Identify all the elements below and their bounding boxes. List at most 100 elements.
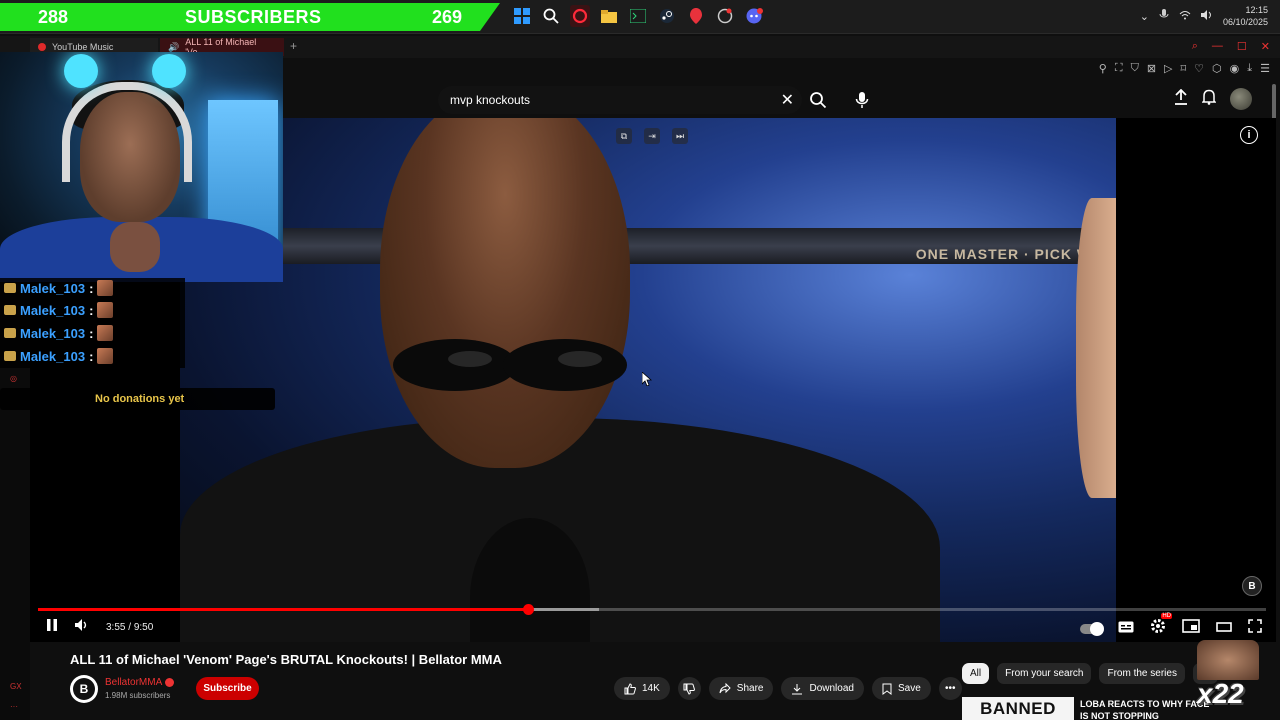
- chip-from-your-search[interactable]: From your search: [997, 663, 1092, 684]
- chat-emote-icon: [97, 280, 114, 296]
- close-icon[interactable]: ✕: [1261, 40, 1270, 53]
- sidebar-gx-label[interactable]: GX: [10, 682, 22, 691]
- info-icon[interactable]: i: [1240, 126, 1258, 144]
- app-icon[interactable]: [715, 5, 735, 27]
- popout-icon[interactable]: ⧉: [616, 128, 632, 144]
- chat-emote-icon: [97, 325, 114, 341]
- chat-username: Malek_103: [20, 348, 86, 364]
- maximize-icon[interactable]: ☐: [1237, 40, 1247, 53]
- chevron-up-icon[interactable]: ⌄: [1140, 10, 1149, 23]
- youtube-music-icon: [38, 43, 46, 51]
- miniplayer-icon[interactable]: [1182, 619, 1200, 638]
- bookmark-icon[interactable]: ⌑: [1181, 62, 1187, 75]
- subscribe-button[interactable]: Subscribe: [196, 677, 259, 700]
- seek-bar[interactable]: [38, 604, 1266, 615]
- subtitles-icon[interactable]: [1118, 620, 1134, 638]
- terminal-icon[interactable]: [628, 5, 648, 27]
- heart-icon[interactable]: ♡: [1194, 62, 1204, 75]
- subscriber-count: 1.98M subscribers: [105, 691, 171, 700]
- related-filter-chips: All From your search From the series Fr: [962, 663, 1219, 684]
- current-time: 3:55: [106, 622, 126, 633]
- chat-separator: :: [89, 348, 94, 364]
- autoplay-toggle[interactable]: [1080, 621, 1104, 636]
- share-icon: [719, 682, 731, 693]
- chip-all[interactable]: All: [962, 663, 990, 684]
- theater-mode-icon[interactable]: [1216, 620, 1232, 638]
- steam-icon[interactable]: [657, 5, 677, 27]
- search-button[interactable]: [806, 88, 830, 112]
- shield-icon[interactable]: ⛉: [1131, 62, 1139, 75]
- sidebar-app-icon[interactable]: ◎: [10, 374, 17, 383]
- volume-icon[interactable]: [1200, 9, 1213, 23]
- bookmark-icon: [882, 683, 892, 695]
- riot-client-icon[interactable]: [686, 5, 706, 27]
- share-button[interactable]: Share: [708, 677, 774, 700]
- fullscreen-icon[interactable]: [1248, 619, 1262, 638]
- enter-icon[interactable]: ⇥: [644, 128, 660, 144]
- system-tray: ⌄ 12:15 06/10/2025: [1140, 4, 1268, 28]
- cross-icon[interactable]: ⊠: [1147, 62, 1156, 75]
- channel-avatar[interactable]: B: [70, 675, 98, 703]
- chat-message: Malek_103 :: [4, 278, 114, 298]
- discord-icon[interactable]: [744, 5, 764, 27]
- opera-gx-icon[interactable]: [570, 5, 590, 27]
- browser-sidebar: ◎ GX ···: [0, 368, 30, 720]
- screen: 288 SUBSCRIBERS 269 ⌄ 12:15 06/10/2025 Y…: [0, 0, 1280, 720]
- download-label: Download: [809, 683, 854, 694]
- chat-badge-icon: [4, 305, 16, 315]
- microphone-icon[interactable]: [1159, 8, 1169, 24]
- menu-icon[interactable]: ☰: [1260, 62, 1270, 75]
- dislike-button[interactable]: [677, 677, 701, 700]
- upload-icon[interactable]: [1174, 88, 1188, 110]
- clear-search-icon[interactable]: ✕: [781, 90, 794, 110]
- minimize-icon[interactable]: —: [1212, 40, 1223, 53]
- referee-arm: [1076, 198, 1116, 498]
- extension-toolbar: ⚲ ⛶ ⛉ ⊠ ▷ ⌑ ♡ ⬡ ◉ ⤓ ☰: [1099, 62, 1270, 75]
- channel-name: BellatorMMA: [105, 677, 163, 688]
- subscriber-count-current: 269: [432, 6, 463, 27]
- pause-icon[interactable]: [46, 618, 58, 637]
- thumbs-down-icon: [683, 683, 696, 695]
- donations-text: No donations yet: [95, 393, 185, 405]
- more-icon[interactable]: ···: [10, 702, 18, 711]
- wifi-icon[interactable]: [1179, 10, 1191, 23]
- skip-icon[interactable]: ⏭: [672, 128, 688, 144]
- video-actions: 14K Share Download Save •••: [614, 677, 962, 700]
- extensions-icon[interactable]: ⬡: [1212, 62, 1222, 75]
- search-icon[interactable]: [541, 5, 561, 27]
- player-controls-right: HD: [1080, 613, 1262, 639]
- chip-from-the-series[interactable]: From the series: [1099, 663, 1185, 684]
- channel-link[interactable]: BellatorMMA: [105, 677, 175, 688]
- volume-icon[interactable]: [74, 618, 90, 637]
- more-horizontal-icon: •••: [945, 683, 956, 694]
- more-actions-button[interactable]: •••: [938, 677, 962, 700]
- save-label: Save: [897, 683, 921, 694]
- seek-bar-played: [38, 608, 528, 611]
- save-button[interactable]: Save: [871, 677, 931, 700]
- pin-icon[interactable]: ⚲: [1099, 62, 1107, 75]
- screenshot-icon[interactable]: ⛶: [1115, 62, 1123, 75]
- account-avatar[interactable]: [1230, 88, 1252, 110]
- related-video-title[interactable]: LOBA REACTS TO WHY FACE IS NOT STOPPING …: [1080, 698, 1210, 720]
- play-icon[interactable]: ▷: [1164, 62, 1172, 75]
- search-input[interactable]: mvp knockouts: [450, 93, 530, 107]
- profile-icon[interactable]: ◉: [1230, 62, 1240, 75]
- settings-gear-icon[interactable]: HD: [1150, 613, 1172, 639]
- bellator-watermark-icon[interactable]: B: [1242, 576, 1262, 596]
- file-explorer-icon[interactable]: [599, 5, 619, 27]
- notifications-bell-icon[interactable]: [1201, 89, 1217, 110]
- voice-search-button[interactable]: [850, 88, 874, 112]
- related-video-thumbnail[interactable]: BANNED: [962, 697, 1074, 720]
- like-button[interactable]: 14K: [614, 677, 670, 700]
- search-bar[interactable]: mvp knockouts ✕: [438, 86, 802, 114]
- headset-ear-left: [64, 54, 98, 88]
- search-tabs-icon[interactable]: ⌕: [1192, 40, 1198, 53]
- windows-start-icon[interactable]: [512, 5, 532, 27]
- search-icon: [810, 92, 827, 109]
- download-icon[interactable]: ⤓: [1247, 62, 1252, 75]
- chat-username: Malek_103: [20, 302, 86, 318]
- new-tab-icon[interactable]: +: [290, 39, 297, 53]
- player-controls: 3:55 / 9:50 HD: [30, 613, 1276, 642]
- clock[interactable]: 12:15 06/10/2025: [1223, 4, 1268, 28]
- download-button[interactable]: Download: [781, 677, 864, 700]
